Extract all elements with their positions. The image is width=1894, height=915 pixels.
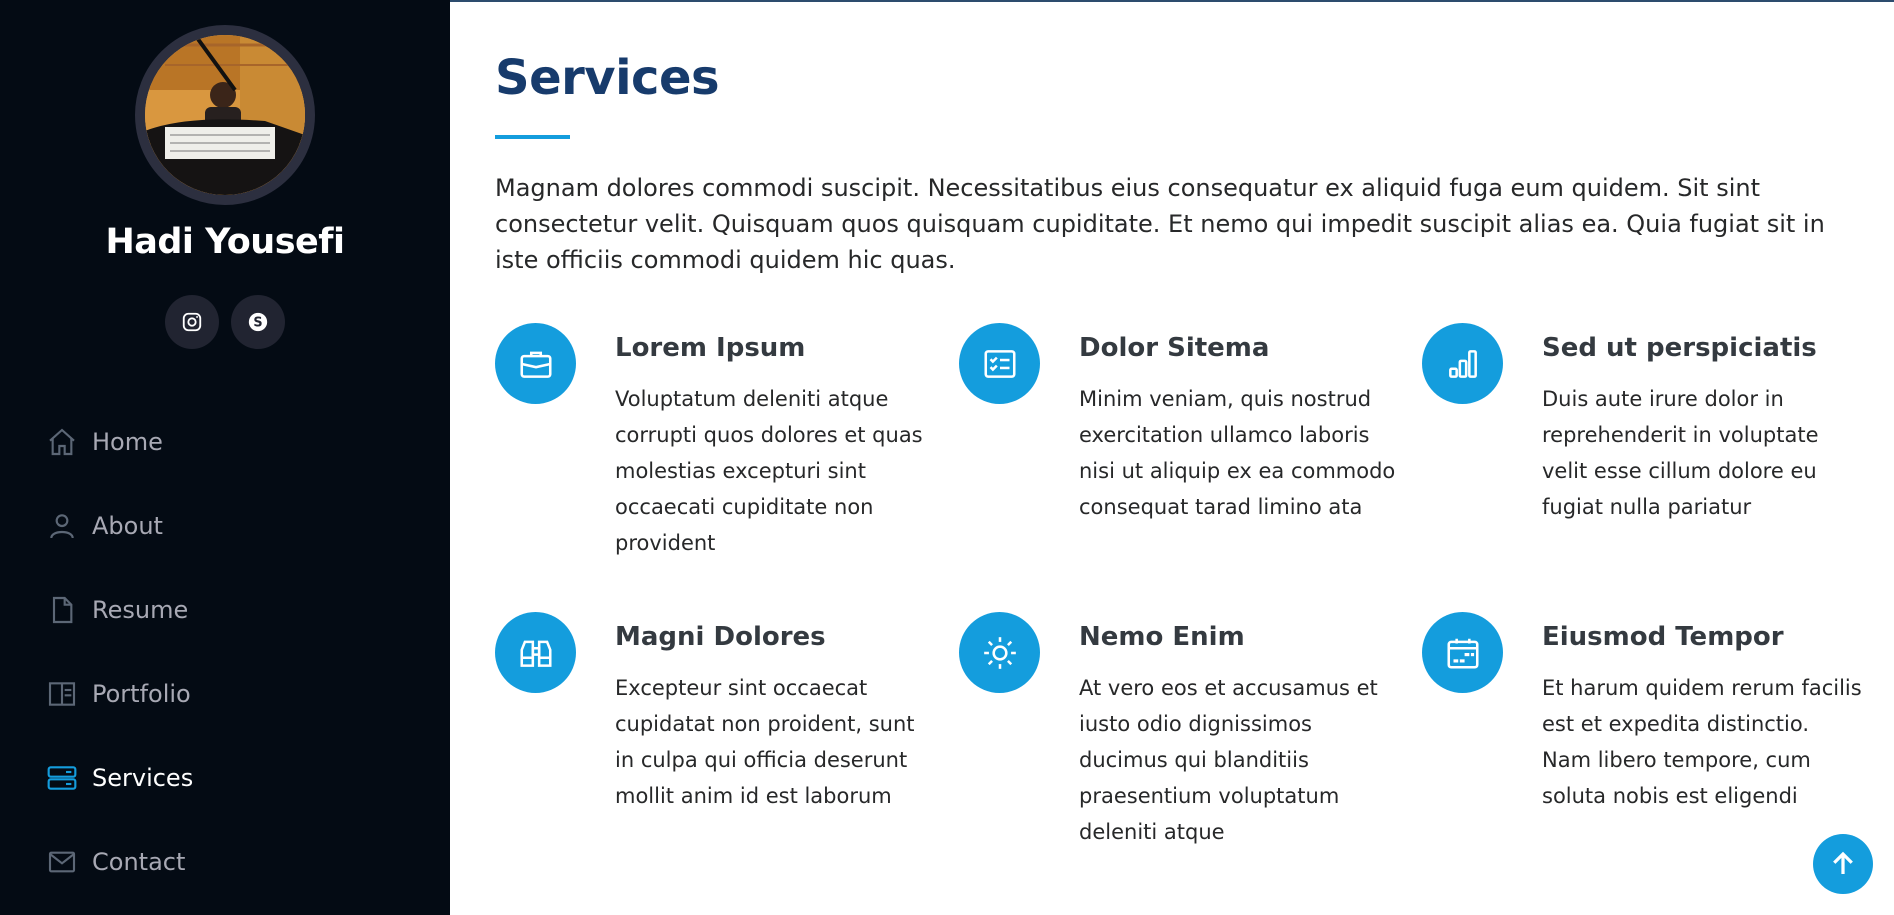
nav-item-portfolio[interactable]: Portfolio — [46, 652, 426, 736]
nav-label-portfolio: Portfolio — [92, 680, 191, 708]
nav-item-resume[interactable]: Resume — [46, 568, 426, 652]
top-border — [450, 0, 1894, 2]
skype-link[interactable]: S — [231, 295, 285, 349]
service-title[interactable]: Eiusmod Tempor — [1542, 622, 1784, 652]
nav-item-services[interactable]: Services — [46, 736, 426, 820]
nav-item-contact[interactable]: Contact — [46, 820, 426, 904]
service-icon-circle — [959, 612, 1040, 693]
service-title[interactable]: Lorem Ipsum — [615, 333, 805, 363]
file-icon — [52, 596, 73, 624]
calendar-icon — [1446, 638, 1479, 669]
service-icon-circle — [959, 323, 1040, 404]
profile-photo — [145, 35, 305, 195]
brightness-icon — [983, 636, 1016, 669]
server-icon — [47, 766, 77, 790]
section-intro: Magnam dolores commodi suscipit. Necessi… — [495, 174, 1825, 274]
card-checklist-icon — [983, 349, 1016, 378]
binoculars-icon — [519, 640, 552, 667]
avatar — [135, 25, 315, 205]
social-links: S — [0, 295, 450, 349]
title-underline — [495, 135, 570, 139]
nav-item-about[interactable]: About — [46, 484, 426, 568]
service-description: Et harum quidem rerum facilis est et exp… — [1542, 676, 1862, 808]
back-to-top-button[interactable] — [1813, 834, 1873, 894]
home-icon — [49, 428, 75, 456]
svg-text:S: S — [253, 316, 262, 331]
instagram-link[interactable] — [165, 295, 219, 349]
instagram-icon — [182, 312, 202, 332]
skype-icon: S — [248, 312, 268, 332]
nav-label-about: About — [92, 512, 163, 540]
profile-name: Hadi Yousefi — [105, 222, 345, 262]
bar-chart-icon — [1448, 349, 1477, 378]
nav-item-home[interactable]: Home — [46, 400, 426, 484]
nav-label-contact: Contact — [92, 848, 186, 876]
person-icon — [50, 514, 74, 539]
nav-label-resume: Resume — [92, 596, 189, 624]
envelope-icon — [48, 851, 76, 873]
nav-label-home: Home — [92, 428, 163, 456]
service-icon-circle — [495, 612, 576, 693]
service-description: At vero eos et accusamus et iusto odio d… — [1079, 676, 1378, 844]
service-icon-circle — [495, 323, 576, 404]
service-title[interactable]: Dolor Sitema — [1079, 333, 1269, 363]
service-description: Voluptatum deleniti atque corrupti quos … — [615, 387, 923, 555]
nav-label-services: Services — [92, 764, 194, 792]
service-description: Duis aute irure dolor in reprehenderit i… — [1542, 387, 1819, 519]
service-description: Minim veniam, quis nostrud exercitation … — [1079, 387, 1396, 519]
sidebar: Hadi Yousefi S Home About Resume Portfol… — [0, 0, 450, 915]
briefcase-icon — [519, 351, 552, 378]
section-title: Services — [495, 50, 720, 106]
service-title[interactable]: Magni Dolores — [615, 622, 826, 652]
service-icon-circle — [1422, 323, 1503, 404]
service-title[interactable]: Sed ut perspiciatis — [1542, 333, 1817, 363]
nav-menu: Home About Resume Portfolio Services Con… — [46, 400, 426, 904]
service-description: Excepteur sint occaecat cupidatat non pr… — [615, 676, 915, 808]
layout-icon — [48, 682, 76, 706]
arrow-up-icon — [1833, 851, 1853, 874]
service-title[interactable]: Nemo Enim — [1079, 622, 1245, 652]
service-icon-circle — [1422, 612, 1503, 693]
